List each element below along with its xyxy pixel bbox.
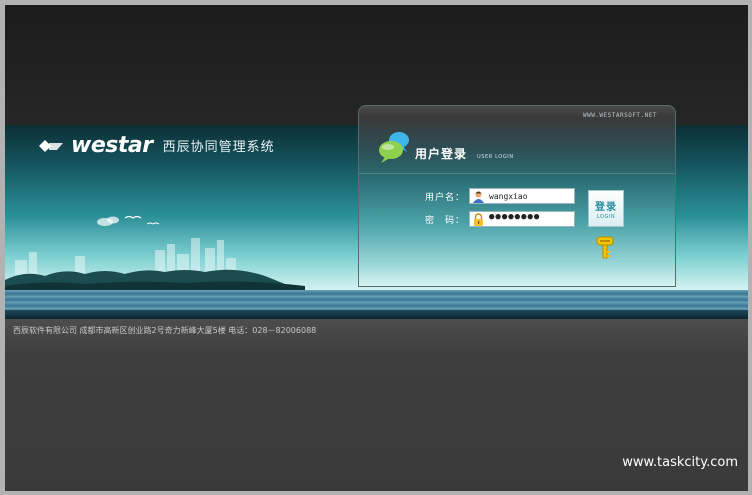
logo-wordmark: westar bbox=[71, 133, 153, 158]
password-label: 密 码： bbox=[424, 215, 465, 226]
padlock-icon bbox=[474, 212, 483, 226]
key-icon[interactable] bbox=[596, 236, 614, 260]
watermark-text: www.taskcity.com bbox=[622, 455, 738, 470]
sea-shadow bbox=[5, 310, 748, 319]
login-subtitle: USER LOGIN bbox=[477, 154, 514, 160]
password-input[interactable]: ●●●●●●●● bbox=[489, 212, 573, 226]
westar-logo-icon bbox=[39, 139, 63, 152]
brand-logo: westar 西辰协同管理系统 bbox=[37, 133, 275, 158]
password-field[interactable]: ●●●●●●●● bbox=[469, 211, 575, 227]
username-label: 用户名： bbox=[424, 192, 465, 203]
login-panel: WWW.WESTARSOFT.NET 用户登录 USER LOGIN 用户名： bbox=[358, 105, 676, 287]
login-button-label: 登录 bbox=[595, 201, 617, 213]
password-row: 密 码： ●●●●●●●● bbox=[419, 211, 575, 227]
panel-divider bbox=[359, 173, 675, 174]
city-skyline-decoration bbox=[5, 238, 305, 292]
username-row: 用户名： bbox=[419, 188, 575, 204]
login-panel-header: 用户登录 USER LOGIN bbox=[377, 130, 514, 164]
system-title: 西辰协同管理系统 bbox=[162, 140, 275, 155]
user-avatar-icon bbox=[473, 191, 484, 203]
login-button[interactable]: 登录 LOGIN bbox=[588, 190, 624, 227]
username-input[interactable] bbox=[489, 189, 573, 203]
window-frame: westar 西辰协同管理系统 WWW.WESTARSOFT.NET 用户登录 … bbox=[0, 0, 752, 495]
site-url: WWW.WESTARSOFT.NET bbox=[582, 112, 657, 119]
username-field[interactable] bbox=[469, 188, 575, 204]
login-button-sublabel: LOGIN bbox=[596, 213, 616, 220]
chat-bubble-icon bbox=[379, 132, 409, 163]
login-title: 用户登录 bbox=[415, 147, 468, 161]
company-info: 西辰软件有限公司 成都市高新区创业路2号奇力新峰大厦5楼 电话：028－8200… bbox=[13, 326, 317, 335]
